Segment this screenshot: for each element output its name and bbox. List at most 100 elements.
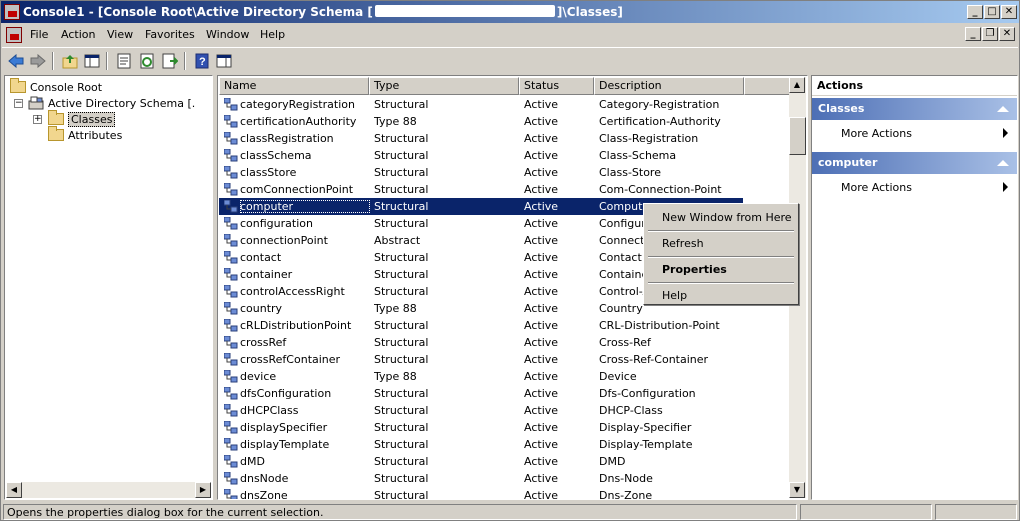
ctx-new-window-from-here[interactable]: New Window from Here bbox=[646, 206, 796, 228]
table-row[interactable]: dnsZone Structural Active Dns-Zone bbox=[219, 487, 790, 499]
up-one-level-button[interactable] bbox=[60, 51, 80, 71]
table-row[interactable]: comConnectionPoint Structural Active Com-Co… bbox=[219, 181, 790, 198]
more-actions-classes[interactable]: More Actions bbox=[841, 124, 1011, 142]
cell-type: Structural bbox=[374, 472, 429, 485]
cell-status: Active bbox=[524, 285, 559, 298]
cell-type: Structural bbox=[374, 166, 429, 179]
actions-section-computer[interactable]: computer bbox=[812, 152, 1017, 174]
more-actions-computer[interactable]: More Actions bbox=[841, 178, 1011, 196]
tree-horizontal-scrollbar[interactable]: ◀ ▶ bbox=[6, 482, 211, 498]
status-panel bbox=[935, 504, 1017, 520]
menu-file[interactable]: File bbox=[30, 28, 48, 41]
cell-name: displayTemplate bbox=[240, 438, 330, 451]
tree-label: Classes bbox=[68, 111, 116, 127]
menu-view[interactable]: View bbox=[107, 28, 133, 41]
properties-toolbar-button[interactable] bbox=[114, 51, 134, 71]
menu-window[interactable]: Window bbox=[206, 28, 249, 41]
cell-type: Structural bbox=[374, 336, 429, 349]
cell-status: Active bbox=[524, 251, 559, 264]
tree-node-attributes[interactable]: Attributes bbox=[48, 126, 122, 143]
child-minimize-button[interactable]: _ bbox=[965, 27, 981, 41]
table-row[interactable]: crossRefContainer Structural Active Cross-R… bbox=[219, 351, 790, 368]
cell-name: classRegistration bbox=[240, 132, 334, 145]
column-header-name[interactable]: Name bbox=[219, 77, 369, 95]
title-bar[interactable]: Console1 - [Console Root\Active Director… bbox=[1, 1, 1019, 23]
properties-icon bbox=[117, 53, 131, 69]
cell-status: Active bbox=[524, 200, 559, 213]
actions-section-classes[interactable]: Classes bbox=[812, 98, 1017, 120]
cell-name: controlAccessRight bbox=[240, 285, 345, 298]
scroll-down-button[interactable]: ▼ bbox=[789, 482, 805, 498]
table-row[interactable]: dMD Structural Active DMD bbox=[219, 453, 790, 470]
maximize-button[interactable]: □ bbox=[984, 5, 1000, 19]
show-hide-action-pane-button[interactable] bbox=[214, 51, 234, 71]
export-list-button[interactable] bbox=[160, 51, 180, 71]
table-row[interactable]: certificationAuthority Type 88 Active Certi… bbox=[219, 113, 790, 130]
console-tree[interactable]: Console Root − Active Directory Schema [… bbox=[4, 75, 213, 500]
ctx-properties[interactable]: Properties bbox=[646, 258, 796, 280]
refresh-button[interactable] bbox=[137, 51, 157, 71]
ctx-refresh[interactable]: Refresh bbox=[646, 232, 796, 254]
console-document-icon[interactable] bbox=[6, 27, 22, 43]
table-row[interactable]: displaySpecifier Structural Active Display-… bbox=[219, 419, 790, 436]
table-row[interactable]: crossRef Structural Active Cross-Ref bbox=[219, 334, 790, 351]
table-row[interactable]: classRegistration Structural Active Class-R… bbox=[219, 130, 790, 147]
scroll-thumb[interactable] bbox=[789, 117, 806, 155]
scroll-left-button[interactable]: ◀ bbox=[6, 482, 22, 498]
back-button[interactable] bbox=[6, 51, 26, 71]
menu-action[interactable]: Action bbox=[61, 28, 95, 41]
table-row[interactable]: cRLDistributionPoint Structural Active CRL-… bbox=[219, 317, 790, 334]
help-toolbar-button[interactable]: ? bbox=[192, 51, 212, 71]
table-row[interactable]: classSchema Structural Active Class-Schema bbox=[219, 147, 790, 164]
table-row[interactable]: dfsConfiguration Structural Active Dfs-Conf… bbox=[219, 385, 790, 402]
ctx-help[interactable]: Help bbox=[646, 284, 796, 306]
cell-type: Structural bbox=[374, 183, 429, 196]
column-header-type[interactable]: Type bbox=[369, 77, 519, 95]
table-row[interactable]: classStore Structural Active Class-Store bbox=[219, 164, 790, 181]
class-icon bbox=[224, 268, 238, 281]
mmc-window: Console1 - [Console Root\Active Director… bbox=[0, 0, 1020, 521]
scroll-right-button[interactable]: ▶ bbox=[195, 482, 211, 498]
cell-type: Structural bbox=[374, 149, 429, 162]
table-row[interactable]: dHCPClass Structural Active DHCP-Class bbox=[219, 402, 790, 419]
cell-name: computer bbox=[240, 200, 370, 213]
forward-button[interactable] bbox=[28, 51, 48, 71]
close-button[interactable]: ✕ bbox=[1001, 5, 1017, 19]
forward-arrow-icon bbox=[30, 54, 46, 68]
tree-label: Active Directory Schema [. bbox=[48, 96, 196, 110]
menu-bar: File Action View Favorites Window Help _… bbox=[2, 24, 1018, 46]
tree-label: Console Root bbox=[30, 80, 103, 94]
menu-favorites[interactable]: Favorites bbox=[145, 28, 195, 41]
mmc-app-icon[interactable] bbox=[4, 4, 20, 20]
class-icon bbox=[224, 472, 238, 485]
cell-description: Class-Schema bbox=[599, 149, 677, 162]
cell-description: CRL-Distribution-Point bbox=[599, 319, 720, 332]
child-restore-button[interactable]: ❐ bbox=[982, 27, 998, 41]
table-row[interactable]: categoryRegistration Structural Active Cate… bbox=[219, 96, 790, 113]
section-header-label: computer bbox=[818, 156, 878, 169]
cell-name: classStore bbox=[240, 166, 297, 179]
class-icon bbox=[224, 115, 238, 128]
collapse-expander[interactable]: − bbox=[14, 99, 23, 108]
cell-status: Active bbox=[524, 132, 559, 145]
action-label: More Actions bbox=[841, 181, 912, 194]
tree-node-classes[interactable]: Classes bbox=[48, 110, 116, 127]
cell-type: Type 88 bbox=[374, 302, 417, 315]
cell-name: crossRef bbox=[240, 336, 287, 349]
scroll-up-button[interactable]: ▲ bbox=[789, 77, 805, 93]
child-close-button[interactable]: ✕ bbox=[999, 27, 1015, 41]
table-row[interactable]: displayTemplate Structural Active Display-T… bbox=[219, 436, 790, 453]
show-hide-tree-button[interactable] bbox=[82, 51, 102, 71]
cell-type: Structural bbox=[374, 353, 429, 366]
tree-node-schema[interactable]: Active Directory Schema [. bbox=[28, 95, 195, 111]
column-header-status[interactable]: Status bbox=[519, 77, 594, 95]
table-row[interactable]: dnsNode Structural Active Dns-Node bbox=[219, 470, 790, 487]
tree-node-console-root[interactable]: Console Root bbox=[10, 78, 103, 95]
cell-status: Active bbox=[524, 421, 559, 434]
expand-expander[interactable]: + bbox=[33, 115, 42, 124]
column-header-description[interactable]: Description bbox=[594, 77, 744, 95]
menu-help[interactable]: Help bbox=[260, 28, 285, 41]
minimize-button[interactable]: _ bbox=[967, 5, 983, 19]
table-row[interactable]: device Type 88 Active Device bbox=[219, 368, 790, 385]
cell-type: Type 88 bbox=[374, 370, 417, 383]
